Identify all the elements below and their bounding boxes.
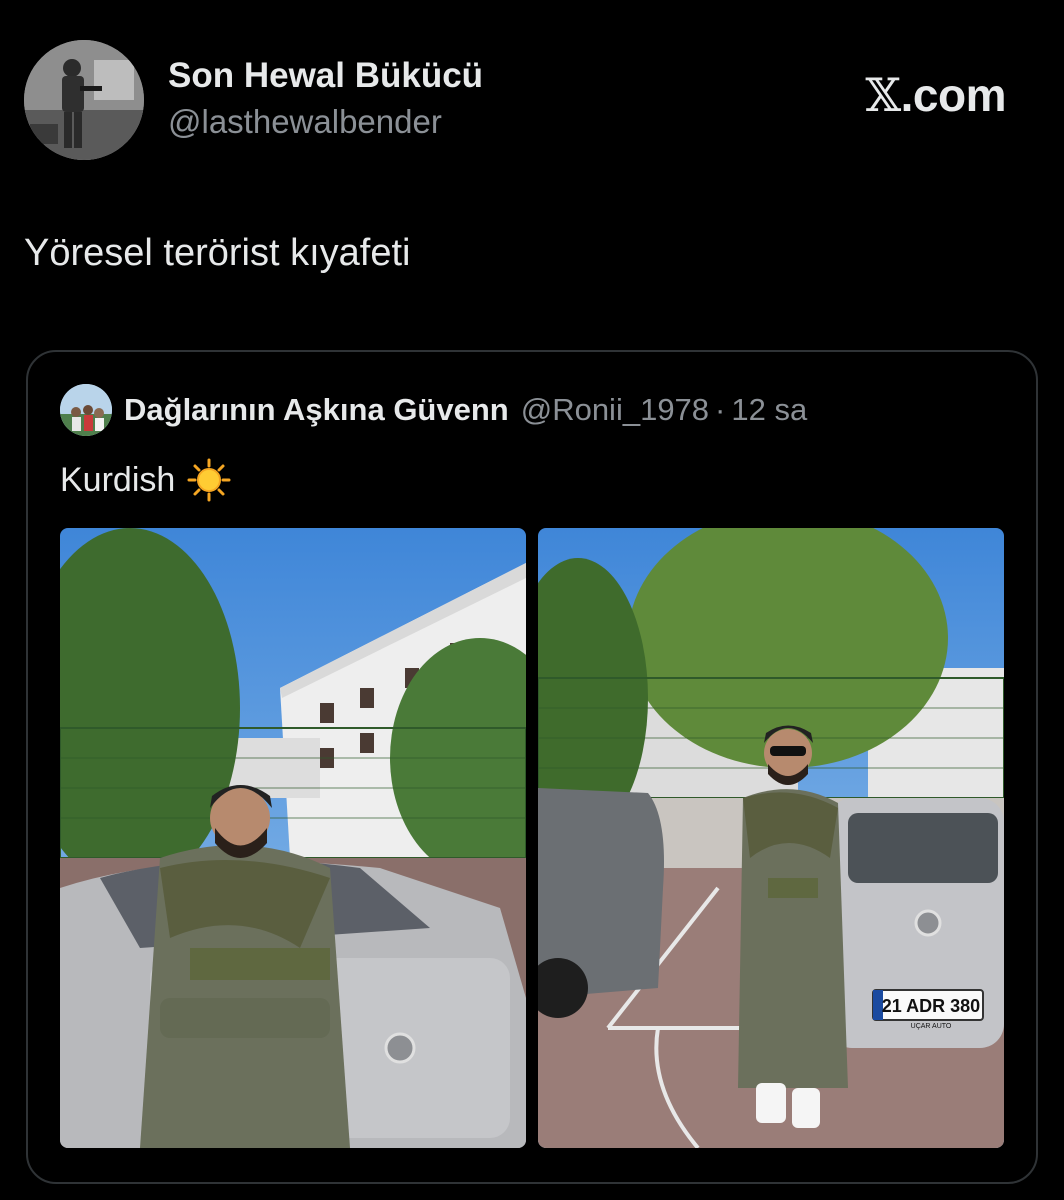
quoted-timestamp[interactable]: 12 sa [731, 392, 807, 428]
quoted-author-avatar[interactable] [60, 384, 112, 436]
quoted-photo-2[interactable]: 21 ADR 380 UÇAR AUTO [538, 528, 1004, 1148]
x-logo-icon: 𝕏 [865, 68, 901, 122]
quoted-display-name[interactable]: Dağlarının Aşkına Güvenn [124, 392, 509, 428]
author-display-name[interactable]: Son Hewal Bükücü [168, 56, 483, 96]
man-with-car-photo-2: 21 ADR 380 UÇAR AUTO [538, 528, 1004, 1148]
brand-watermark: 𝕏.com [865, 68, 1006, 122]
man-with-car-photo-1 [60, 528, 526, 1148]
quoted-media: 21 ADR 380 UÇAR AUTO [60, 528, 1004, 1148]
separator-dot: · [715, 392, 726, 427]
quoted-text-row: Kurdish [60, 458, 231, 502]
author-handle[interactable]: @lasthewalbender [168, 100, 483, 144]
brand-domain: .com [900, 69, 1007, 121]
tweet-header: Son Hewal Bükücü @lasthewalbender [24, 40, 483, 160]
soldier-avatar-icon [24, 40, 144, 160]
quoted-tweet[interactable]: Dağlarının Aşkına Güvenn @Ronii_1978 · 1… [26, 350, 1038, 1184]
dealer-label-text: UÇAR AUTO [911, 1023, 952, 1030]
quoted-tweet-header: Dağlarının Aşkına Güvenn @Ronii_1978 · 1… [60, 384, 807, 436]
quoted-handle[interactable]: @Ronii_1978 [521, 392, 709, 428]
license-plate-text: 21 ADR 380 [882, 996, 980, 1016]
tweet-text: Yöresel terörist kıyafeti [24, 232, 411, 274]
author-avatar[interactable] [24, 40, 144, 160]
quoted-text: Kurdish [60, 460, 176, 499]
quoted-photo-1[interactable] [60, 528, 526, 1148]
group-photo-avatar-icon [60, 384, 112, 436]
sun-emoji-icon [187, 458, 231, 502]
